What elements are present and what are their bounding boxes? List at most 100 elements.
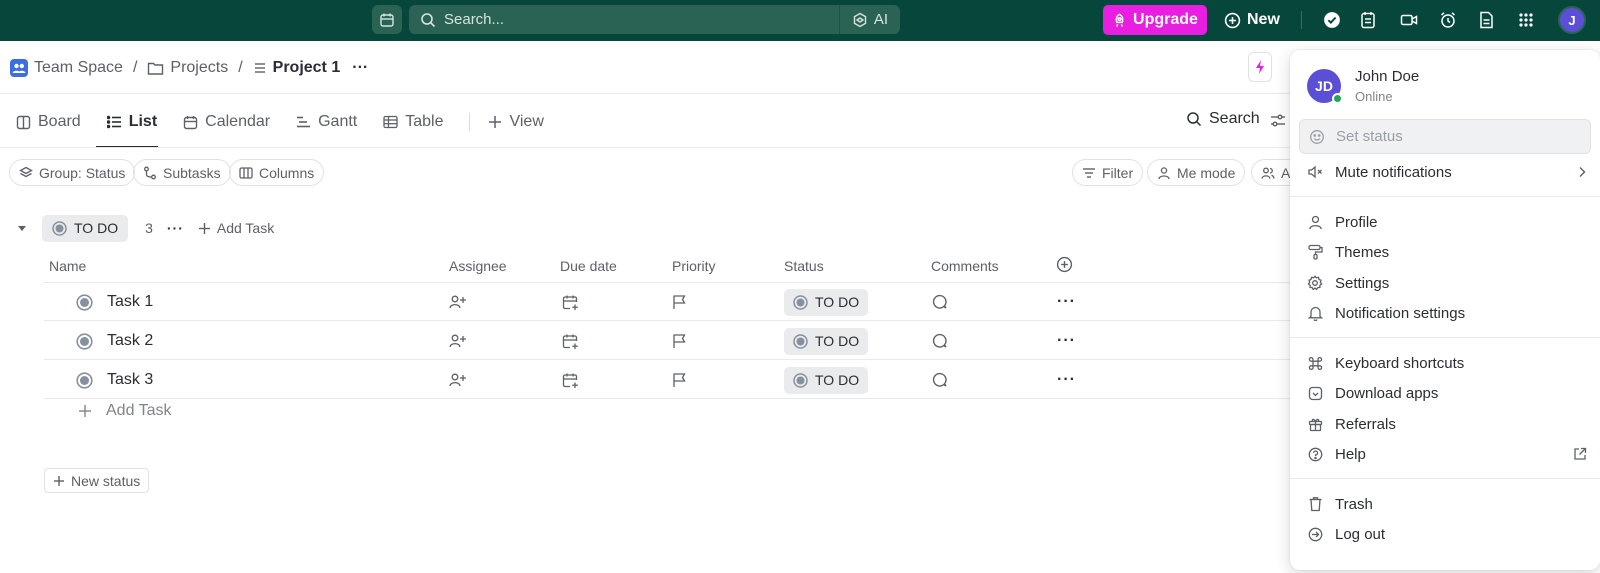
priority-cell[interactable] bbox=[672, 283, 687, 321]
status-badge[interactable]: TO DO bbox=[784, 327, 869, 355]
priority-cell[interactable] bbox=[672, 361, 687, 399]
customize-button[interactable] bbox=[1270, 113, 1286, 129]
row-more-button[interactable]: ··· bbox=[1057, 322, 1076, 360]
video-button[interactable] bbox=[1399, 10, 1419, 30]
search-placeholder[interactable]: Search... bbox=[444, 11, 839, 28]
comments-cell[interactable] bbox=[932, 361, 948, 399]
breadcrumb-projects[interactable]: Projects bbox=[147, 59, 228, 77]
user-avatar-button[interactable]: J bbox=[1558, 6, 1586, 34]
global-search-bar[interactable]: Search... AI bbox=[409, 5, 900, 34]
column-header-priority[interactable]: Priority bbox=[672, 258, 716, 274]
menu-item-help[interactable]: Help bbox=[1307, 443, 1587, 465]
menu-item-trash[interactable]: Trash bbox=[1307, 493, 1587, 515]
add-view-button[interactable]: View bbox=[488, 113, 544, 131]
column-header-name[interactable]: Name bbox=[49, 258, 86, 274]
status-badge[interactable]: TO DO bbox=[784, 366, 869, 394]
new-button[interactable]: New bbox=[1224, 5, 1280, 35]
task-name[interactable]: Task 3 bbox=[107, 361, 153, 399]
ai-button[interactable]: AI bbox=[840, 11, 900, 28]
column-header-due-date[interactable]: Due date bbox=[560, 258, 617, 274]
priority-cell[interactable] bbox=[672, 322, 687, 360]
subtasks-chip[interactable]: Subtasks bbox=[133, 159, 231, 186]
column-header-status[interactable]: Status bbox=[784, 258, 824, 274]
menu-item-referrals[interactable]: Referrals bbox=[1307, 413, 1587, 435]
menu-item-notification-settings[interactable]: Notification settings bbox=[1307, 302, 1587, 324]
add-column-button[interactable] bbox=[1056, 256, 1073, 273]
lightning-icon bbox=[1256, 60, 1264, 74]
task-name[interactable]: Task 2 bbox=[107, 322, 153, 360]
breadcrumb-folder-label: Projects bbox=[170, 59, 229, 76]
columns-chip[interactable]: Columns bbox=[229, 159, 325, 186]
menu-item-label: Settings bbox=[1335, 274, 1390, 292]
tab-calendar[interactable]: Calendar bbox=[183, 113, 270, 131]
user-info[interactable]: JD John Doe Online bbox=[1307, 68, 1419, 104]
add-task-button[interactable]: Add Task bbox=[78, 402, 172, 420]
set-status-input[interactable]: Set status bbox=[1299, 119, 1591, 154]
table-row[interactable]: Task 1 TO DO ··· bbox=[44, 283, 1299, 321]
collapse-caret-icon[interactable] bbox=[16, 222, 28, 234]
user-status: Online bbox=[1355, 89, 1393, 104]
status-circle-icon bbox=[793, 372, 808, 388]
me-mode-chip[interactable]: Me mode bbox=[1147, 159, 1246, 186]
column-header-comments[interactable]: Comments bbox=[931, 258, 999, 274]
calendar-button[interactable] bbox=[372, 5, 402, 34]
due-date-cell[interactable] bbox=[562, 361, 579, 399]
divider bbox=[469, 113, 471, 131]
group-add-task-button[interactable]: Add Task bbox=[198, 220, 274, 236]
more-options-button[interactable]: ··· bbox=[352, 59, 368, 77]
menu-item-settings[interactable]: Settings bbox=[1307, 272, 1587, 294]
row-more-button[interactable]: ··· bbox=[1057, 361, 1076, 399]
help-circle-icon bbox=[1308, 447, 1322, 461]
assignee-cell[interactable] bbox=[449, 361, 467, 399]
menu-item-keyboard-shortcuts[interactable]: Keyboard shortcuts bbox=[1307, 352, 1587, 374]
alarm-button[interactable] bbox=[1438, 10, 1458, 30]
plus-icon bbox=[198, 222, 210, 234]
apps-button[interactable] bbox=[1516, 10, 1536, 30]
due-date-cell[interactable] bbox=[562, 322, 579, 360]
automation-button[interactable] bbox=[1248, 52, 1272, 82]
check-circle-button[interactable] bbox=[1322, 10, 1342, 30]
assignee-cell[interactable] bbox=[449, 322, 467, 360]
menu-item-download-apps[interactable]: Download apps bbox=[1307, 382, 1587, 404]
filter-chip[interactable]: Filter bbox=[1072, 159, 1144, 186]
comment-icon bbox=[932, 294, 947, 309]
paint-roller-icon bbox=[1307, 244, 1323, 260]
group-by-status-chip[interactable]: Group: Status bbox=[9, 159, 136, 186]
avatar-initial: J bbox=[1568, 12, 1576, 28]
add-assignee-icon bbox=[449, 334, 466, 348]
column-header-assignee[interactable]: Assignee bbox=[449, 258, 507, 274]
view-search-button[interactable]: Search bbox=[1186, 110, 1260, 128]
docs-button[interactable] bbox=[1476, 10, 1496, 30]
search-icon bbox=[1187, 112, 1202, 127]
task-name[interactable]: Task 1 bbox=[107, 283, 153, 321]
breadcrumb-team-space[interactable]: Team Space bbox=[10, 59, 123, 77]
external-link-icon bbox=[1574, 447, 1587, 460]
task-status-icon[interactable] bbox=[76, 283, 93, 321]
comments-cell[interactable] bbox=[932, 322, 948, 360]
new-label: New bbox=[1247, 11, 1280, 28]
row-more-button[interactable]: ··· bbox=[1057, 283, 1076, 321]
breadcrumb-project[interactable]: Project 1 bbox=[253, 59, 340, 77]
menu-item-profile[interactable]: Profile bbox=[1307, 211, 1587, 233]
group-more-button[interactable]: ··· bbox=[167, 220, 184, 236]
new-status-button[interactable]: New status bbox=[44, 468, 150, 493]
table-row[interactable]: Task 2 TO DO ··· bbox=[44, 322, 1299, 360]
menu-item-mute-notifications[interactable]: Mute notifications bbox=[1307, 161, 1587, 183]
tab-board[interactable]: Board bbox=[16, 113, 81, 131]
notepad-button[interactable] bbox=[1358, 10, 1378, 30]
table-row[interactable]: Task 3 TO DO ··· bbox=[44, 361, 1299, 399]
tab-list[interactable]: List bbox=[106, 113, 157, 131]
upgrade-button[interactable]: Upgrade bbox=[1103, 5, 1207, 35]
menu-item-log-out[interactable]: Log out bbox=[1307, 523, 1587, 545]
comments-cell[interactable] bbox=[932, 283, 948, 321]
calendar-add-icon bbox=[562, 295, 578, 310]
menu-item-themes[interactable]: Themes bbox=[1307, 241, 1587, 263]
tab-table[interactable]: Table bbox=[383, 113, 443, 131]
assignee-cell[interactable] bbox=[449, 283, 467, 321]
task-status-icon[interactable] bbox=[76, 361, 93, 399]
task-status-icon[interactable] bbox=[76, 322, 93, 360]
status-badge[interactable]: TO DO bbox=[784, 288, 869, 316]
group-status-badge[interactable]: TO DO bbox=[42, 214, 129, 242]
tab-gantt[interactable]: Gantt bbox=[296, 113, 357, 131]
due-date-cell[interactable] bbox=[562, 283, 579, 321]
